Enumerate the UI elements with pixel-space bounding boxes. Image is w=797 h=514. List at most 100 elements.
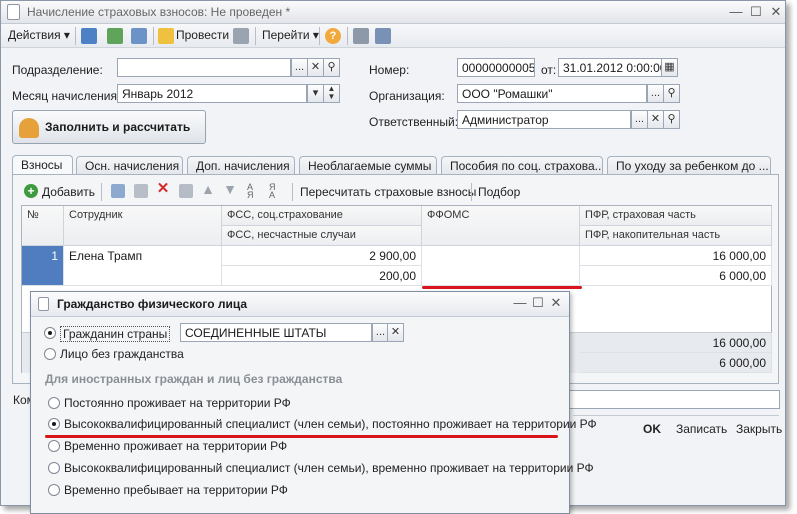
month-dropdown-icon[interactable]: ▾ <box>307 84 324 103</box>
toolbar-separator <box>75 27 76 45</box>
month-spin-icon[interactable]: ▲ ▼ <box>323 84 340 103</box>
tab-untaxed-amounts[interactable]: Необлагаемые суммы <box>299 156 437 175</box>
toolbar-separator <box>292 183 293 201</box>
list-settings-icon[interactable] <box>375 28 391 44</box>
responsible-clear-button[interactable]: ✕ <box>647 110 664 129</box>
tab-contributions[interactable]: Взносы <box>12 155 73 175</box>
print-icon[interactable] <box>233 28 249 44</box>
stateless-radio[interactable] <box>44 348 56 360</box>
add-icon[interactable]: + <box>24 184 38 198</box>
minimize-icon[interactable]: — <box>729 5 743 19</box>
add-button[interactable]: Добавить <box>42 185 95 199</box>
organization-select-button[interactable]: ... <box>647 84 664 103</box>
country-clear-button[interactable]: ✕ <box>387 323 404 342</box>
refresh-icon[interactable] <box>107 28 123 44</box>
organization-search-icon[interactable]: ⚲ <box>663 84 680 103</box>
structure-icon[interactable] <box>353 28 369 44</box>
residence-option-3-label[interactable]: Временно проживает на территории РФ <box>64 439 287 453</box>
window-title: Начисление страховых взносов: Не проведе… <box>27 5 291 19</box>
total-pfr-insurance: 16 000,00 <box>580 333 772 353</box>
responsible-select-button[interactable]: ... <box>631 110 648 129</box>
edit-icon[interactable] <box>134 184 148 198</box>
pfr-funded-cell[interactable]: 6 000,00 <box>580 266 772 286</box>
responsible-search-icon[interactable]: ⚲ <box>663 110 680 129</box>
col-header-pfr-funded[interactable]: ПФР, накопительная часть <box>580 226 772 246</box>
footer-separator <box>573 415 779 416</box>
pfr-insurance-cell[interactable]: 16 000,00 <box>580 246 772 266</box>
recalculate-button[interactable]: Пересчитать страховые взносы <box>300 185 476 199</box>
post-icon[interactable] <box>158 28 174 44</box>
month-field[interactable]: Январь 2012 <box>117 84 307 103</box>
ok-button[interactable]: OK <box>643 422 661 436</box>
residence-option-4-label[interactable]: Высококвалифицированный специалист (член… <box>64 461 594 475</box>
actions-menu[interactable]: Действия ▾ <box>8 28 70 42</box>
sort-desc-icon[interactable]: ЯA <box>269 183 283 200</box>
col-header-employee[interactable]: Сотрудник <box>64 206 222 246</box>
col-header-fss-social[interactable]: ФСС, соц.страхование <box>222 206 422 226</box>
move-down-icon[interactable]: ▼ <box>223 182 237 196</box>
subdivision-field[interactable] <box>117 58 291 77</box>
select-button[interactable]: Подбор <box>478 185 520 199</box>
citizenship-dialog: Гражданство физического лица — ☐ ✕ Гражд… <box>30 291 597 514</box>
dialog-close-icon[interactable]: ✕ <box>549 296 563 310</box>
close-button[interactable]: Закрыть <box>736 422 782 436</box>
responsible-label: Ответственный: <box>369 115 459 129</box>
residence-option-3-radio[interactable] <box>48 440 60 452</box>
move-up-icon[interactable]: ▲ <box>201 182 215 196</box>
employee-cell[interactable]: Елена Трамп <box>64 246 222 286</box>
ffoms-cell[interactable] <box>422 246 580 286</box>
tab-additional-accruals[interactable]: Доп. начисления <box>187 156 295 175</box>
residence-option-5-radio[interactable] <box>48 484 60 496</box>
tab-social-benefits[interactable]: Пособия по соц. страхова... <box>441 156 603 175</box>
tab-childcare[interactable]: По уходу за ребенком до ... <box>607 156 771 175</box>
calendar-icon[interactable]: ▦ <box>661 58 678 77</box>
copy-row-icon[interactable] <box>111 184 125 198</box>
responsible-field[interactable]: Администратор <box>457 110 631 129</box>
citizen-radio-label[interactable]: Гражданин страны <box>60 326 171 342</box>
toolbar-separator <box>319 27 320 45</box>
fss-social-cell[interactable]: 2 900,00 <box>222 246 422 266</box>
residence-option-2-radio[interactable] <box>48 418 60 430</box>
document-icon <box>7 4 20 20</box>
row-number-cell[interactable]: 1 <box>22 246 64 286</box>
residence-option-1-label[interactable]: Постоянно проживает на территории РФ <box>64 396 291 410</box>
dialog-maximize-icon[interactable]: ☐ <box>531 296 545 310</box>
copy-icon[interactable] <box>131 28 147 44</box>
delete-icon[interactable]: ✕ <box>156 181 170 196</box>
sort-asc-icon[interactable]: AЯ <box>247 183 261 200</box>
number-field[interactable]: 00000000005 <box>457 58 535 77</box>
residence-option-2-label[interactable]: Высококвалифицированный специалист (член… <box>64 417 597 431</box>
selected-option-underline <box>45 435 558 438</box>
stateless-radio-label[interactable]: Лицо без гражданства <box>60 347 184 361</box>
date-field[interactable]: 31.01.2012 0:00:00 <box>558 58 662 77</box>
country-field[interactable]: СОЕДИНЕННЫЕ ШТАТЫ <box>180 323 372 342</box>
subdivision-clear-button[interactable]: ✕ <box>307 58 324 77</box>
organization-label: Организация: <box>369 89 445 103</box>
fss-accident-cell[interactable]: 200,00 <box>222 266 422 286</box>
col-header-num[interactable]: № <box>22 206 64 246</box>
col-header-ffoms[interactable]: ФФОМС <box>422 206 580 246</box>
residence-option-4-radio[interactable] <box>48 462 60 474</box>
export-icon[interactable] <box>81 28 97 44</box>
citizen-radio[interactable] <box>44 327 56 339</box>
save-button[interactable]: Записать <box>676 422 727 436</box>
save-row-icon[interactable] <box>179 184 193 198</box>
residence-option-5-label[interactable]: Временно пребывает на территории РФ <box>64 483 288 497</box>
fill-and-calculate-label: Заполнить и рассчитать <box>45 120 191 134</box>
residence-option-1-radio[interactable] <box>48 397 60 409</box>
subdivision-select-button[interactable]: ... <box>291 58 308 77</box>
maximize-icon[interactable]: ☐ <box>749 5 763 19</box>
subdivision-search-icon[interactable]: ⚲ <box>323 58 340 77</box>
col-header-pfr-insurance[interactable]: ПФР, страховая часть <box>580 206 772 226</box>
col-header-fss-accident[interactable]: ФСС, несчастные случаи <box>222 226 422 246</box>
goto-menu[interactable]: Перейти ▾ <box>262 28 319 42</box>
fill-and-calculate-button[interactable]: Заполнить и рассчитать <box>12 110 206 144</box>
help-icon[interactable]: ? <box>325 28 341 44</box>
subdivision-label: Подразделение: <box>12 63 103 77</box>
dialog-minimize-icon[interactable]: — <box>513 296 527 310</box>
organization-field[interactable]: ООО "Ромашки" <box>457 84 647 103</box>
close-icon[interactable]: ✕ <box>769 5 783 19</box>
comment-field[interactable] <box>569 390 780 409</box>
post-button[interactable]: Провести <box>176 28 229 42</box>
tab-main-accruals[interactable]: Осн. начисления <box>76 156 183 175</box>
